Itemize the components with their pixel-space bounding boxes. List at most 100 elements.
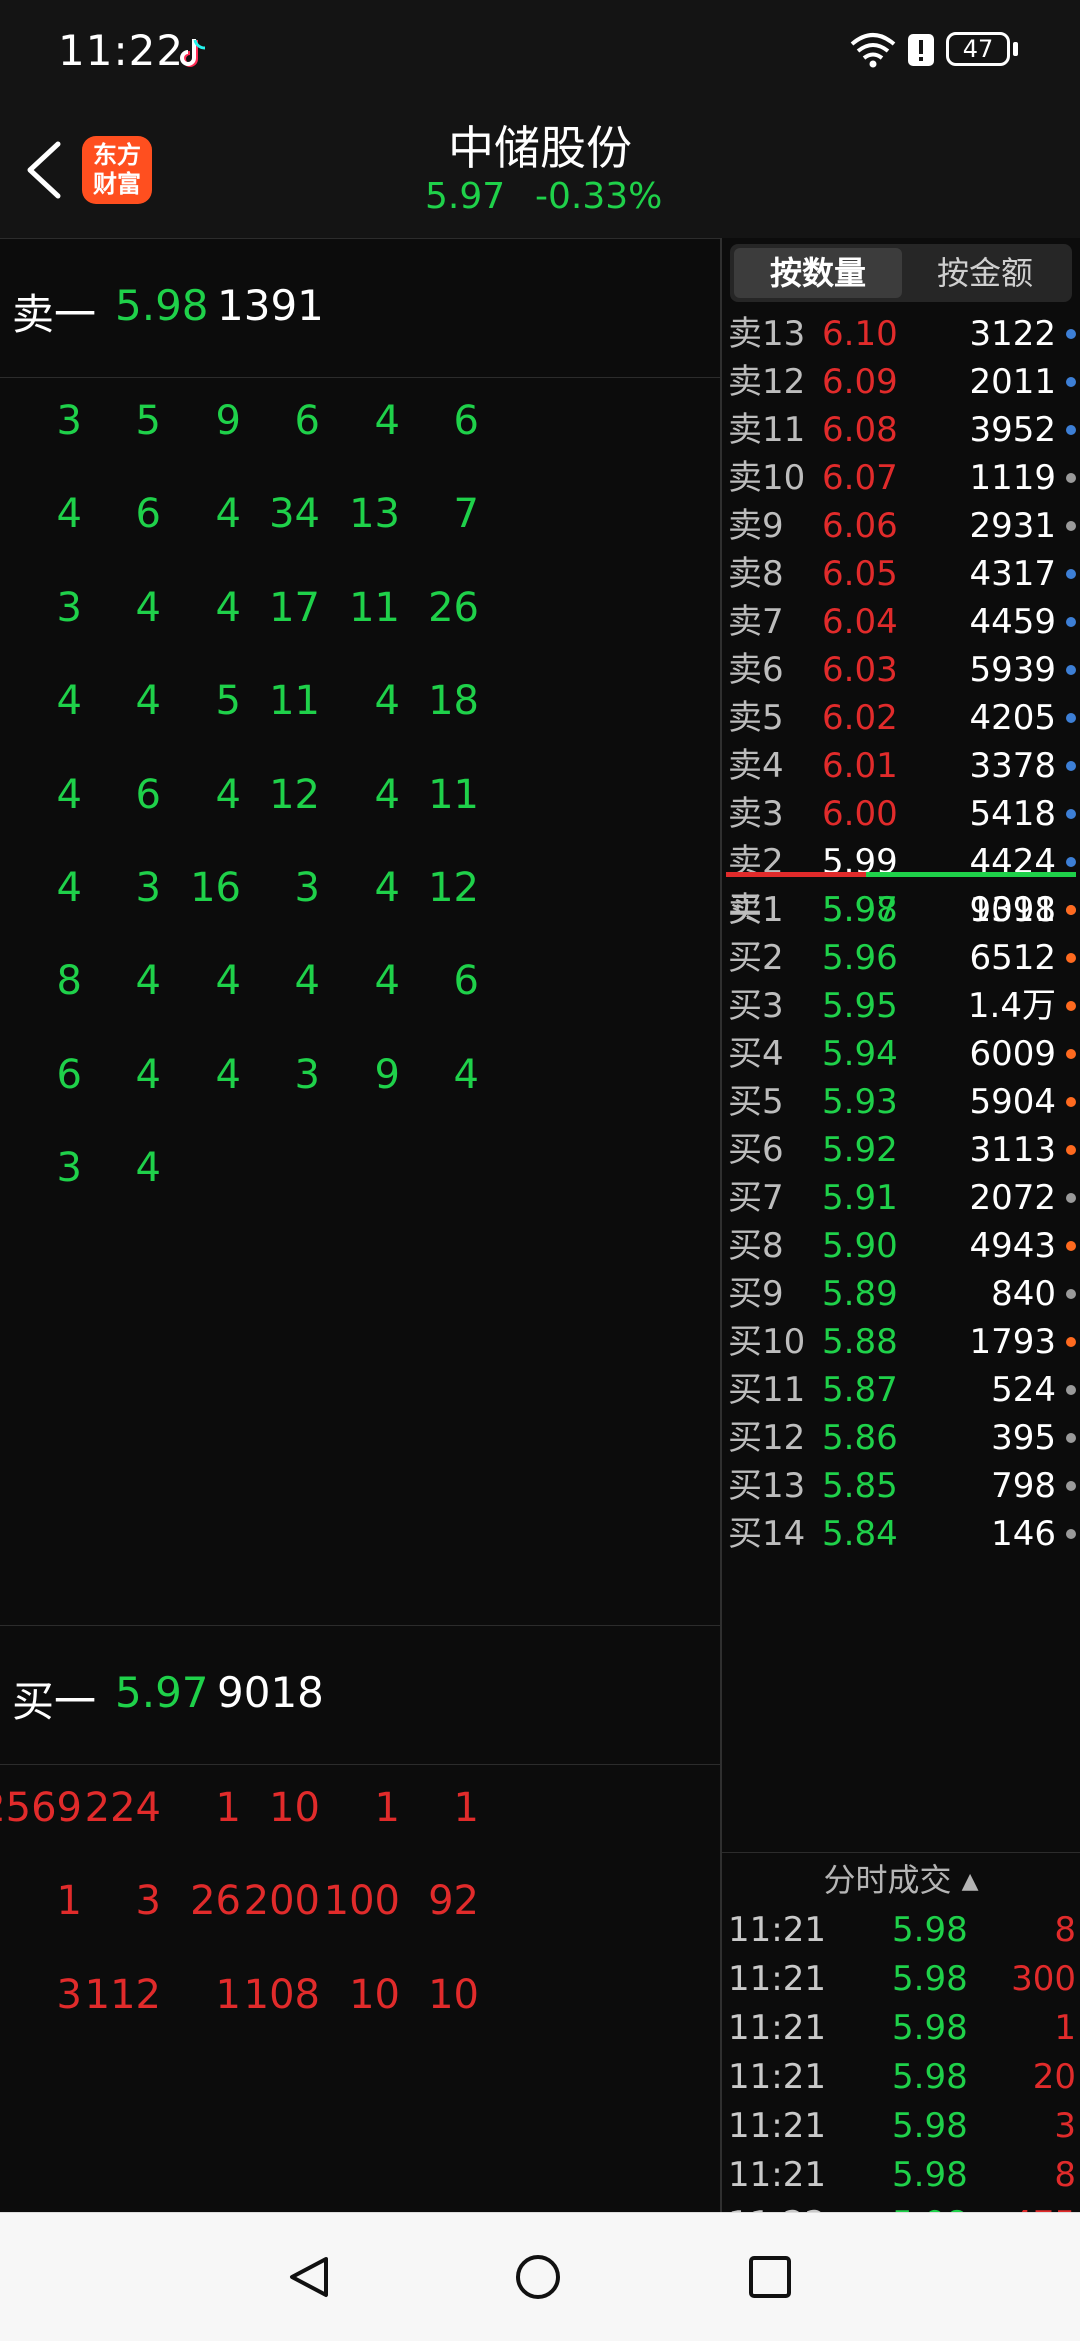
level-price: 5.96	[822, 938, 898, 978]
order-book-row[interactable]: 卖8 6.05 4317	[722, 550, 1080, 598]
queue-order: 12	[428, 865, 479, 911]
level-label: 买8	[728, 1226, 784, 1266]
level-volume: 146	[991, 1514, 1056, 1554]
order-book-row[interactable]: 买1 5.97 9018	[722, 886, 1080, 934]
order-book-row[interactable]: 买6 5.92 3113	[722, 1126, 1080, 1174]
nav-recents-icon[interactable]	[746, 2253, 794, 2301]
level-dot-icon	[1066, 1385, 1076, 1395]
level-price: 5.94	[822, 1034, 898, 1074]
level-label: 买13	[728, 1466, 806, 1506]
order-book-row[interactable]: 卖12 6.09 2011	[722, 358, 1080, 406]
status-bar: 11:22 47	[0, 0, 1080, 110]
order-book-row[interactable]: 买10 5.88 1793	[722, 1318, 1080, 1366]
level-label: 买11	[728, 1370, 806, 1410]
order-book-row[interactable]: 买9 5.89 840	[722, 1270, 1080, 1318]
alert-icon	[908, 34, 934, 66]
level-volume: 4317	[969, 554, 1056, 594]
order-book-row[interactable]: 买2 5.96 6512	[722, 934, 1080, 982]
nav-home-icon[interactable]	[514, 2253, 562, 2301]
tab-by-amount[interactable]: 按金额	[902, 248, 1068, 298]
trade-time: 11:21	[728, 2057, 826, 2097]
level-volume: 4943	[969, 1226, 1056, 1266]
trade-time: 11:21	[728, 1959, 826, 1999]
order-book-row[interactable]: 买8 5.90 4943	[722, 1222, 1080, 1270]
level-label: 买5	[728, 1082, 784, 1122]
level-dot-icon	[1066, 857, 1076, 867]
level-label: 买9	[728, 1274, 784, 1314]
level-dot-icon	[1066, 761, 1076, 771]
order-book-row[interactable]: 卖10 6.07 1119	[722, 454, 1080, 502]
order-book-row[interactable]: 买3 5.95 1.4万	[722, 982, 1080, 1030]
queue-order: 6	[453, 398, 479, 444]
queue-order: 7	[453, 491, 479, 538]
order-book-row[interactable]: 卖9 6.06 2931	[722, 502, 1080, 550]
order-book-row[interactable]: 买12 5.86 395	[722, 1414, 1080, 1462]
level-label: 买4	[728, 1034, 784, 1074]
order-book[interactable]: 卖13 6.10 3122 卖12 6.09 2011 卖11 6.08 3952 卖10 6.07…	[722, 308, 1080, 1852]
trade-row: 11:21 5.98 8	[722, 2151, 1080, 2200]
level-volume: 1.4万	[967, 986, 1056, 1026]
order-book-row[interactable]: 卖6 6.03 5939	[722, 646, 1080, 694]
order-book-row[interactable]: 卖11 6.08 3952	[722, 406, 1080, 454]
trade-volume: 8	[1054, 2155, 1076, 2195]
level-price: 6.09	[822, 362, 898, 402]
trade-time: 11:21	[728, 1910, 826, 1950]
bid-ask-ratio-bar	[726, 872, 1076, 877]
trade-price: 5.98	[892, 1910, 968, 1950]
level-label: 卖6	[728, 650, 784, 690]
trade-price: 5.98	[892, 2057, 968, 2097]
trade-volume: 300	[1011, 1959, 1076, 1999]
order-book-row[interactable]: 买11 5.87 524	[722, 1366, 1080, 1414]
order-book-row[interactable]: 卖4 6.01 3378	[722, 742, 1080, 790]
level-price: 6.01	[822, 746, 898, 786]
order-book-row[interactable]: 卖2 5.99 4424	[722, 838, 1080, 886]
queue-order: 4	[453, 1051, 479, 1098]
order-book-row[interactable]: 卖7 6.04 4459	[722, 598, 1080, 646]
system-nav-bar	[0, 2212, 1080, 2341]
tick-trades-panel[interactable]: 分时成交 ▲ 11:21 5.98 8 11:21 5.98 300 11:21 5.98 1 1…	[722, 1852, 1080, 2212]
level-dot-icon	[1066, 569, 1076, 579]
order-book-row[interactable]: 买5 5.93 5904	[722, 1078, 1080, 1126]
stock-name: 中储股份	[448, 121, 632, 175]
queue-order: 1	[453, 1785, 479, 1831]
order-book-row[interactable]: 买13 5.85 798	[722, 1462, 1080, 1510]
level-volume: 4459	[969, 602, 1056, 642]
level-dot-icon	[1066, 1337, 1076, 1347]
level-label: 卖9	[728, 506, 784, 546]
level-volume: 798	[991, 1466, 1056, 1506]
order-queue-panel[interactable]: 卖一 5.98 1391 3 5 9 6 4 6 4 6 4 34 13 7 3 4 4 17 11 26 4 4 5 1…	[0, 238, 720, 2212]
level-label: 买10	[728, 1322, 806, 1362]
order-book-row[interactable]: 买14 5.84 146	[722, 1510, 1080, 1558]
level-label: 卖5	[728, 698, 784, 738]
tiktok-icon	[180, 39, 206, 67]
level-volume: 5939	[969, 650, 1056, 690]
trade-price: 5.98	[892, 2008, 968, 2048]
trade-row: 11:21 5.98 3	[722, 2102, 1080, 2151]
level-price: 5.92	[822, 1130, 898, 1170]
header: 东方 财富 中储股份 5.97 -0.33%	[0, 110, 1080, 238]
nav-back-icon[interactable]	[286, 2253, 334, 2301]
level-dot-icon	[1066, 1289, 1076, 1299]
level-price: 5.89	[822, 1274, 898, 1314]
level-label: 买1	[728, 890, 784, 930]
trade-row: 11:21 5.98 300	[722, 1955, 1080, 2004]
level-volume: 5904	[969, 1082, 1056, 1122]
order-book-row[interactable]: 卖13 6.10 3122	[722, 310, 1080, 358]
caret-up-icon: ▲	[961, 1869, 979, 1894]
level-price: 6.02	[822, 698, 898, 738]
trade-volume: 20	[1032, 2057, 1076, 2097]
order-book-row[interactable]: 卖3 6.00 5418	[722, 790, 1080, 838]
tab-by-quantity[interactable]: 按数量	[734, 248, 902, 298]
level-price: 6.10	[822, 314, 898, 354]
trades-title[interactable]: 分时成交 ▲	[722, 1855, 1080, 1901]
queue-order: 18	[428, 678, 479, 725]
level-dot-icon	[1066, 617, 1076, 627]
order-book-row[interactable]: 买4 5.94 6009	[722, 1030, 1080, 1078]
level-price: 6.06	[822, 506, 898, 546]
order-book-row[interactable]: 卖5 6.02 4205	[722, 694, 1080, 742]
wifi-icon	[850, 33, 896, 68]
stock-price: 5.97	[425, 176, 506, 217]
order-book-row[interactable]: 买7 5.91 2072	[722, 1174, 1080, 1222]
trades-title-label: 分时成交	[823, 1861, 952, 1899]
level-volume: 9018	[969, 890, 1056, 930]
